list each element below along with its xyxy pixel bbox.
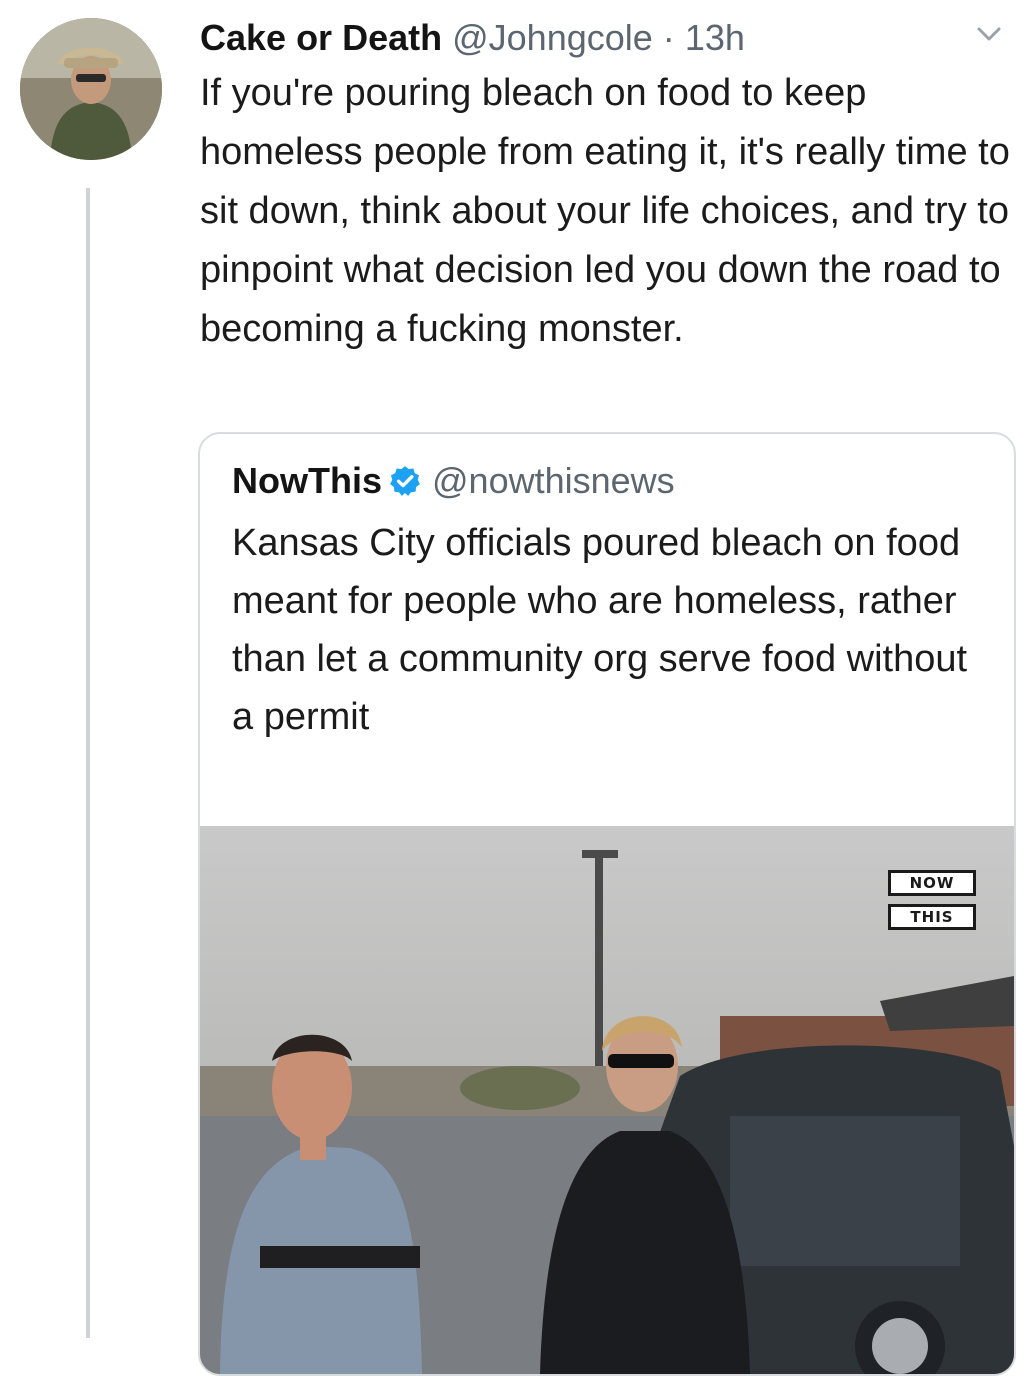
quoted-tweet-text: Kansas City officials poured bleach on f… [232,522,968,738]
display-name[interactable]: Cake or Death [200,17,442,58]
user-handle[interactable]: @Johngcole [452,17,653,58]
chevron-down-icon[interactable] [975,24,1003,44]
tweet-text: If you're pouring bleach on food to keep… [200,72,1010,350]
tweet-header: Cake or Death @Johngcole · 13h [200,12,1000,64]
separator-dot: · [662,17,675,58]
verified-badge-icon [390,466,420,496]
thread-connector-line [86,188,90,1338]
quoted-user-handle[interactable]: @nowthisnews [432,454,675,508]
avatar-image [20,18,162,160]
quoted-tweet-card[interactable]: NowThis @nowthisnews Kansas City officia… [198,432,1016,1376]
quoted-tweet-header: NowThis @nowthisnews [232,454,675,508]
nowthis-logo: NOW THIS [888,870,976,930]
tweet[interactable]: Cake or Death @Johngcole · 13h If you're… [0,0,1032,1376]
timestamp[interactable]: 13h [685,17,745,58]
avatar[interactable] [20,18,162,160]
quoted-display-name[interactable]: NowThis [232,454,382,508]
quoted-tweet-media[interactable]: NOW THIS [200,826,1014,1374]
logo-word-bottom: THIS [888,904,976,930]
logo-word-top: NOW [888,870,976,896]
